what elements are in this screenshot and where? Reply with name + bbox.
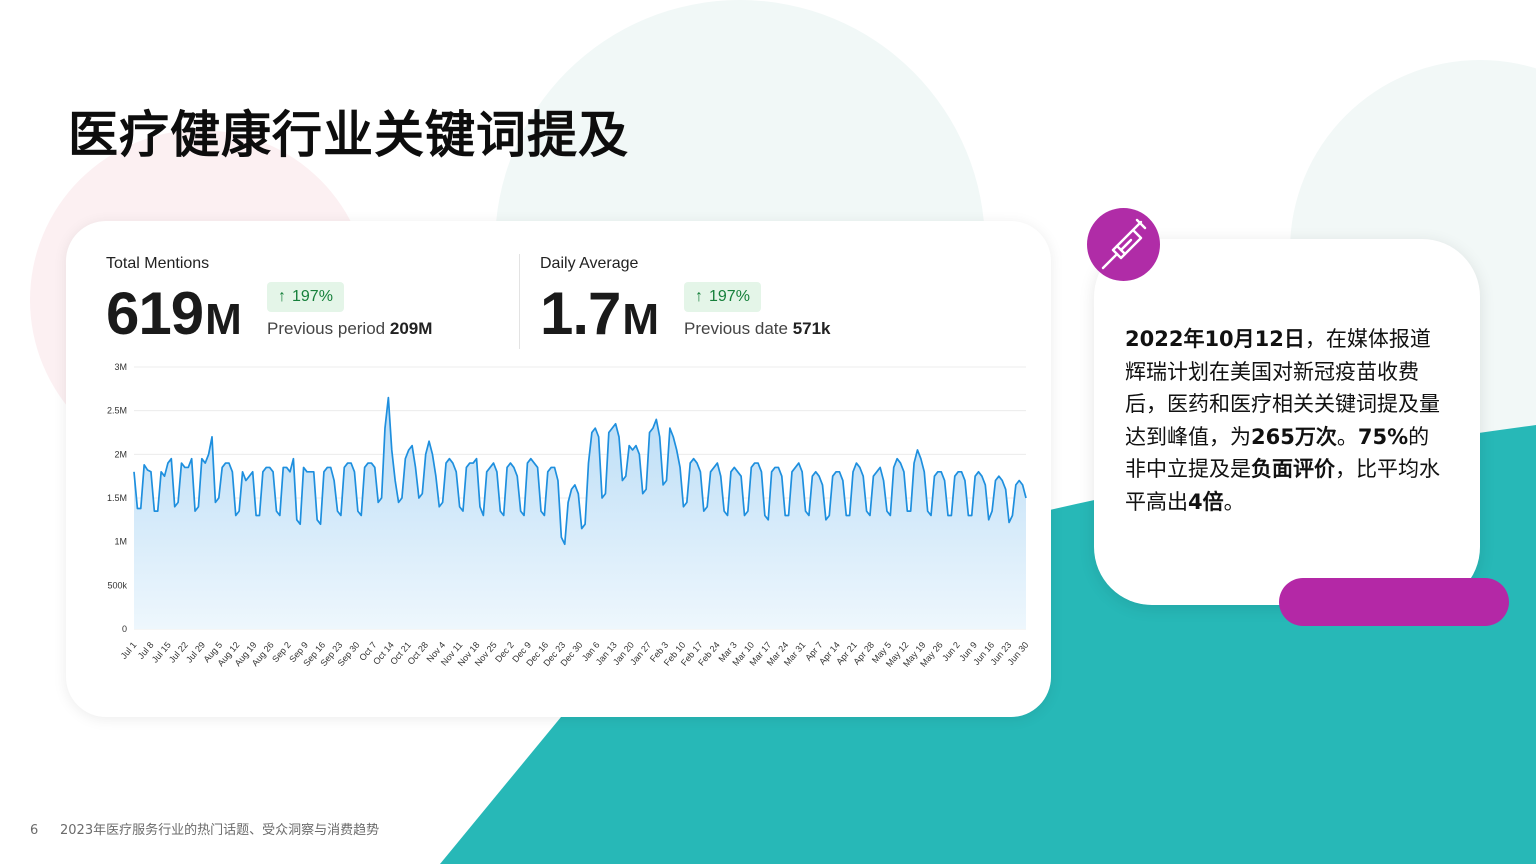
y-tick-label: 500k xyxy=(107,580,127,590)
info-card: 2022年10月12日，在媒体报道辉瑞计划在美国对新冠疫苗收费后，医药和医疗相关… xyxy=(1094,239,1480,605)
syringe-icon xyxy=(1101,218,1147,270)
y-tick-label: 0 xyxy=(122,624,127,634)
page-title: 医疗健康行业关键词提及 xyxy=(68,106,629,164)
y-tick-label: 2.5M xyxy=(107,406,127,416)
x-tick-label: Jun 2 xyxy=(940,640,962,663)
x-tick-label: Jul 1 xyxy=(119,640,139,661)
syringe-badge xyxy=(1087,208,1160,281)
info-text: 2022年10月12日，在媒体报道辉瑞计划在美国对新冠疫苗收费后，医药和医疗相关… xyxy=(1125,323,1445,518)
info-multiplier: 4倍 xyxy=(1188,489,1224,514)
page-number: 6 xyxy=(30,823,39,838)
info-percent: 75% xyxy=(1357,424,1409,449)
info-sentence: 。 xyxy=(1336,424,1358,449)
decorative-pill xyxy=(1279,578,1509,626)
y-tick-label: 1.5M xyxy=(107,493,127,503)
info-peak: 265万次 xyxy=(1251,424,1337,449)
y-tick-label: 2M xyxy=(114,449,127,459)
info-negative: 负面评价 xyxy=(1251,457,1335,481)
mentions-area-chart: 0500k1M1.5M2M2.5M3M Jul 1Jul 8Jul 15Jul … xyxy=(107,362,1031,669)
y-tick-label: 3M xyxy=(114,362,127,372)
info-sentence: 。 xyxy=(1223,489,1245,514)
y-tick-label: 1M xyxy=(114,537,127,547)
footer-text: 2023年医疗服务行业的热门话题、受众洞察与消费趋势 xyxy=(60,823,380,838)
footer: 6 2023年医疗服务行业的热门话题、受众洞察与消费趋势 xyxy=(30,819,379,838)
info-date: 2022年10月12日 xyxy=(1125,327,1305,351)
chart-card: Total Mentions 619M ↑ 197% Previous perio… xyxy=(66,221,1051,717)
